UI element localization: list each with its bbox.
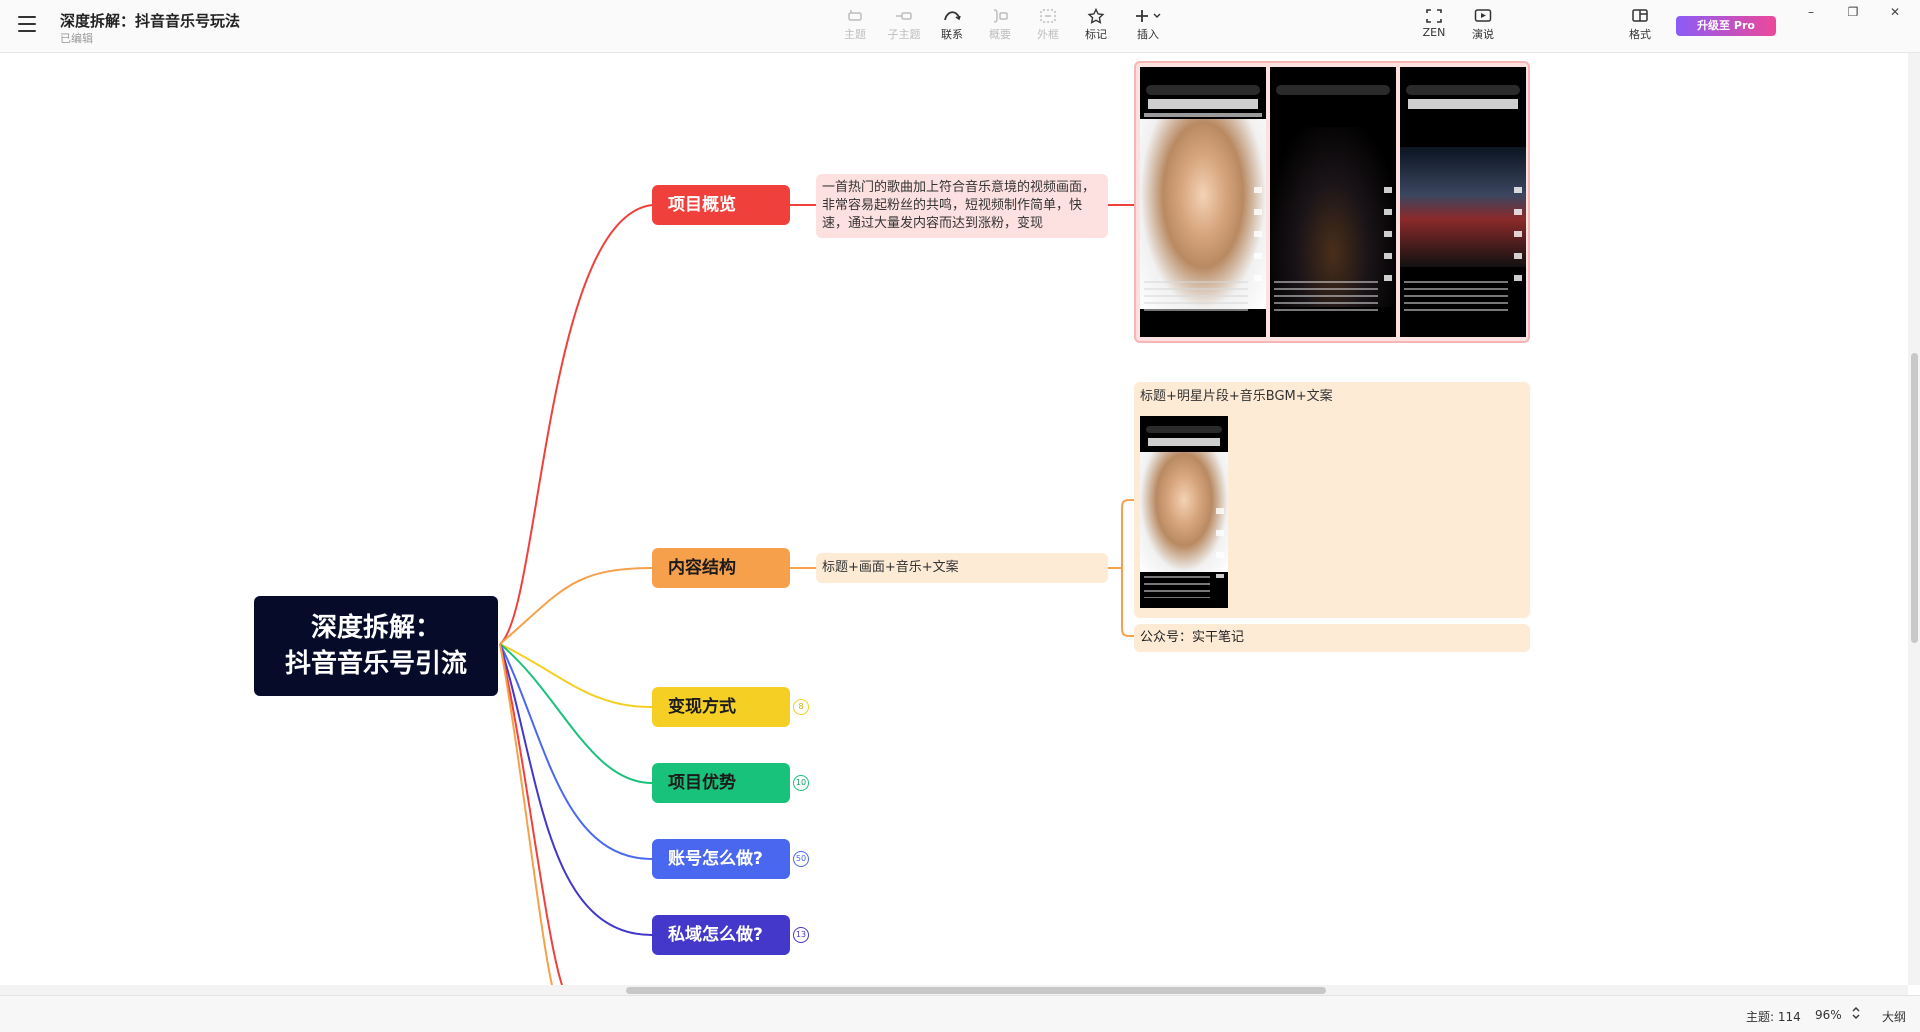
toolbar: 深度拆解：抖音音乐号玩法 已编辑 主题 子主题 联系 概要 外框 标记 插入 Z… bbox=[0, 0, 1920, 53]
vertical-scrollbar[interactable] bbox=[1908, 53, 1920, 985]
tool-marker-button[interactable]: 标记 bbox=[1072, 8, 1120, 42]
document-title[interactable]: 深度拆解：抖音音乐号玩法 bbox=[60, 10, 240, 31]
plus-icon bbox=[1136, 10, 1161, 22]
subtopic-icon bbox=[896, 12, 912, 20]
topic-advantages[interactable]: 项目优势 bbox=[652, 763, 790, 803]
phone-screenshot-concert bbox=[1400, 67, 1526, 337]
topic-account-setup[interactable]: 账号怎么做? bbox=[652, 839, 790, 879]
topic-content-structure[interactable]: 内容结构 bbox=[652, 548, 790, 588]
vertical-scroll-thumb[interactable] bbox=[1911, 353, 1918, 643]
collapsed-count-badge[interactable]: 50 bbox=[793, 851, 809, 867]
collapsed-count-badge[interactable]: 10 bbox=[793, 775, 809, 791]
minimize-button[interactable]: – bbox=[1796, 2, 1826, 22]
upgrade-pro-button[interactable]: 升级至 Pro bbox=[1676, 16, 1776, 36]
central-topic-line1: 深度拆解： bbox=[310, 613, 441, 643]
horizontal-scrollbar[interactable] bbox=[0, 985, 1908, 995]
topic-private-traffic[interactable]: 私域怎么做? bbox=[652, 915, 790, 955]
outline-button[interactable]: 大纲 bbox=[1882, 1008, 1906, 1025]
status-bar: 主题: 114 96% 大纲 bbox=[0, 995, 1920, 1032]
phone-screenshot-portrait bbox=[1140, 67, 1266, 337]
maximize-button[interactable]: ❐ bbox=[1838, 2, 1868, 22]
summary-icon bbox=[993, 9, 1008, 23]
tool-summary-button[interactable]: 概要 bbox=[976, 8, 1024, 42]
tool-topic-button[interactable]: 主题 bbox=[831, 8, 879, 42]
format-panel-button[interactable]: 格式 bbox=[1616, 8, 1664, 42]
image-topic-screenshots[interactable] bbox=[1134, 61, 1530, 343]
subtopic-overview-description[interactable]: 一首热门的歌曲加上符合音乐意境的视频画面，非常容易起粉丝的共鸣，短视频制作简单，… bbox=[816, 174, 1108, 238]
save-status: 已编辑 bbox=[60, 32, 93, 45]
phone-screenshot-night-road bbox=[1270, 67, 1396, 337]
tool-relationship-button[interactable]: 联系 bbox=[928, 8, 976, 42]
relationship-icon bbox=[944, 11, 961, 21]
subtopic-wechat-account[interactable]: 公众号：实干笔记 bbox=[1134, 624, 1530, 652]
mindmap-canvas[interactable]: 深度拆解： 抖音音乐号引流 项目概览 内容结构 变现方式 8 项目优势 10 账… bbox=[0, 53, 1908, 985]
topic-monetization[interactable]: 变现方式 bbox=[652, 687, 790, 727]
close-button[interactable]: ✕ bbox=[1880, 2, 1910, 22]
boundary-icon bbox=[1040, 9, 1056, 23]
collapsed-count-badge[interactable]: 13 bbox=[793, 927, 809, 943]
phone-screenshot-example bbox=[1140, 416, 1228, 608]
zen-mode-button[interactable]: ZEN bbox=[1410, 8, 1458, 39]
topic-project-overview[interactable]: 项目概览 bbox=[652, 185, 790, 225]
zoom-level[interactable]: 96% bbox=[1815, 1008, 1842, 1022]
subtopic-structure-summary[interactable]: 标题+画面+音乐+文案 bbox=[816, 553, 1108, 583]
topic-count: 主题: 114 bbox=[1746, 1010, 1801, 1024]
tool-subtopic-button[interactable]: 子主题 bbox=[880, 8, 928, 42]
topic-icon bbox=[848, 10, 862, 21]
tool-insert-button[interactable]: 插入 bbox=[1124, 8, 1172, 42]
format-panel-icon bbox=[1632, 9, 1648, 22]
pitch-mode-button[interactable]: 演说 bbox=[1459, 8, 1507, 42]
tool-boundary-button[interactable]: 外框 bbox=[1024, 8, 1072, 42]
horizontal-scroll-thumb[interactable] bbox=[626, 987, 1326, 994]
structure-detail-title: 标题+明星片段+音乐BGM+文案 bbox=[1140, 389, 1333, 404]
central-topic[interactable]: 深度拆解： 抖音音乐号引流 bbox=[254, 596, 498, 696]
fullscreen-icon bbox=[1426, 9, 1442, 23]
menu-icon[interactable] bbox=[18, 16, 36, 32]
pitch-icon bbox=[1474, 9, 1492, 22]
star-icon bbox=[1087, 8, 1105, 24]
zoom-stepper-icon[interactable] bbox=[1851, 1004, 1861, 1025]
subtopic-structure-detail[interactable]: 标题+明星片段+音乐BGM+文案 bbox=[1134, 382, 1530, 618]
collapsed-count-badge[interactable]: 8 bbox=[793, 699, 809, 715]
central-topic-line2: 抖音音乐号引流 bbox=[284, 649, 467, 679]
